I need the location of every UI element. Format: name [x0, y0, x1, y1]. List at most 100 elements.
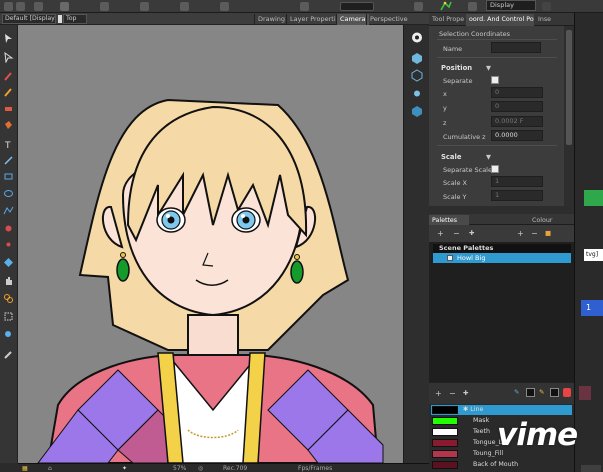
frame-number[interactable]: 1	[581, 300, 603, 316]
eye-icon[interactable]	[410, 31, 424, 44]
tab-camera[interactable]: Camera	[336, 14, 369, 25]
position-section-label[interactable]: Position	[441, 64, 472, 72]
rectangle-tool-icon[interactable]	[3, 171, 14, 182]
select-tool-icon[interactable]	[3, 33, 14, 44]
pencil-tool-icon[interactable]	[3, 87, 14, 98]
menu-icon[interactable]	[542, 2, 551, 11]
add-color-icon[interactable]: +	[517, 229, 524, 238]
tab-perspective[interactable]: Perspective	[366, 14, 411, 25]
workspace-icon[interactable]	[468, 2, 477, 11]
zoom-value[interactable]: 57%	[173, 464, 186, 472]
scale-section-label[interactable]: Scale	[441, 153, 461, 161]
palette-lock-checkbox[interactable]	[447, 255, 453, 261]
grid-icon[interactable]: ▦	[22, 464, 28, 472]
rotate-icon[interactable]	[100, 2, 109, 11]
polyline-tool-icon[interactable]	[3, 205, 14, 216]
save-icon[interactable]	[34, 2, 43, 11]
pencil-icon[interactable]: ✎	[539, 388, 544, 396]
tab-coord-control-points[interactable]: oord. And Control Poi	[466, 14, 534, 26]
hand-tool-icon[interactable]	[3, 275, 14, 286]
frame-field[interactable]	[340, 2, 374, 11]
remove-palette-icon[interactable]: −	[453, 229, 460, 238]
camera-cube-icon[interactable]	[410, 105, 424, 118]
name-field[interactable]	[491, 42, 541, 53]
line-color-chip[interactable]	[550, 388, 559, 397]
onion-skin-icon[interactable]	[140, 2, 149, 11]
redo-icon[interactable]	[16, 2, 25, 11]
zoom-tool-icon[interactable]	[3, 329, 14, 340]
character-drawing[interactable]	[18, 25, 403, 463]
tool-icon[interactable]	[60, 2, 69, 11]
timeline-strip: tvg] 1	[574, 13, 603, 472]
paint-tool-icon[interactable]	[3, 120, 14, 131]
eraser-tool-icon[interactable]	[3, 103, 14, 114]
link-icon[interactable]	[300, 2, 309, 11]
select-icon[interactable]	[414, 2, 423, 11]
dropper-icon[interactable]: ✎	[514, 388, 519, 396]
colorspace-select[interactable]: Rec.709	[223, 464, 247, 472]
mirror-icon[interactable]	[180, 2, 189, 11]
contour-tool-icon[interactable]	[3, 52, 14, 63]
view-display-select[interactable]: Default [Display]	[2, 14, 56, 24]
light-table-icon[interactable]: ✦	[122, 464, 127, 472]
camera-select[interactable]: Top	[63, 14, 87, 24]
remove-swatch-icon[interactable]: −	[449, 389, 456, 398]
swatch-line[interactable]: ✱ Line	[431, 405, 572, 415]
add-palette-icon[interactable]: +	[437, 229, 444, 238]
earring-right	[290, 260, 304, 284]
grid-icon[interactable]	[220, 2, 229, 11]
scrollbar-thumb[interactable]	[566, 30, 572, 145]
drawing-name-field[interactable]: tvg]	[584, 249, 603, 261]
swatch-back-of-mouth[interactable]: Back of Mouth	[431, 460, 572, 470]
peg-icon[interactable]	[410, 87, 424, 100]
chevron-down-icon[interactable]: ▼	[486, 64, 491, 72]
chevron-down-icon[interactable]	[58, 15, 62, 23]
chevron-down-icon[interactable]: ▼	[486, 153, 491, 161]
camera-view-canvas[interactable]	[18, 25, 403, 463]
separate-checkbox[interactable]	[491, 76, 499, 84]
transform-tool-icon[interactable]	[3, 311, 14, 322]
timeline-thumb[interactable]	[581, 465, 601, 472]
divider	[437, 145, 557, 146]
z-field[interactable]: 0.0002 F	[491, 116, 543, 127]
color-picker-icon[interactable]	[3, 349, 14, 360]
deform-tool-icon[interactable]	[3, 293, 14, 304]
undo-icon[interactable]	[4, 2, 13, 11]
smooth-tool-icon[interactable]	[3, 257, 14, 268]
tab-drawing[interactable]: Drawing	[254, 14, 288, 25]
cutter-tool-icon[interactable]	[3, 223, 14, 234]
drawing-pivot-icon[interactable]	[3, 239, 14, 250]
separate-scale-checkbox[interactable]	[491, 165, 499, 173]
display-select[interactable]: Display	[486, 0, 536, 11]
palette-lock-icon[interactable]	[563, 388, 571, 397]
vimeo-watermark: vime	[497, 417, 578, 453]
deform-icon[interactable]	[440, 1, 452, 12]
fps-label[interactable]: Fps/Frames	[298, 464, 332, 472]
cumulative-z-field[interactable]: 0.0000	[491, 130, 543, 141]
properties-scrollbar[interactable]	[564, 26, 574, 206]
ellipse-tool-icon[interactable]	[3, 188, 14, 199]
palette-options-icon[interactable]: ✚	[469, 229, 474, 237]
palette-item[interactable]: Howl Big	[433, 253, 571, 263]
layer-color-chip[interactable]	[584, 190, 603, 206]
fill-color-chip[interactable]	[526, 388, 535, 397]
scale-x-field[interactable]: 1	[491, 176, 543, 187]
cube-icon[interactable]	[410, 52, 424, 65]
scale-y-field[interactable]: 1	[491, 190, 543, 201]
remove-color-icon[interactable]: −	[531, 229, 538, 238]
tool-properties-tabbar: Tool Prope oord. And Control Poi Inse	[429, 13, 574, 26]
tab-insert[interactable]: Inse	[535, 14, 557, 26]
brush-tool-icon[interactable]	[3, 71, 14, 82]
line-tool-icon[interactable]	[3, 155, 14, 166]
add-swatch-icon[interactable]: +	[435, 389, 442, 398]
swatch-options-icon[interactable]: ✚	[463, 389, 468, 397]
text-tool-icon[interactable]: T	[3, 139, 14, 150]
y-field[interactable]: 0	[491, 101, 543, 112]
tab-tool-properties[interactable]: Tool Prope	[429, 14, 465, 26]
rotate-view-icon[interactable]: ◎	[198, 464, 203, 472]
panel-splitter[interactable]	[429, 206, 574, 214]
layer-cube-icon[interactable]	[410, 69, 424, 82]
home-icon[interactable]: ⌂	[48, 464, 52, 472]
folder-icon[interactable]: ■	[545, 229, 551, 237]
x-field[interactable]: 0	[491, 87, 543, 98]
